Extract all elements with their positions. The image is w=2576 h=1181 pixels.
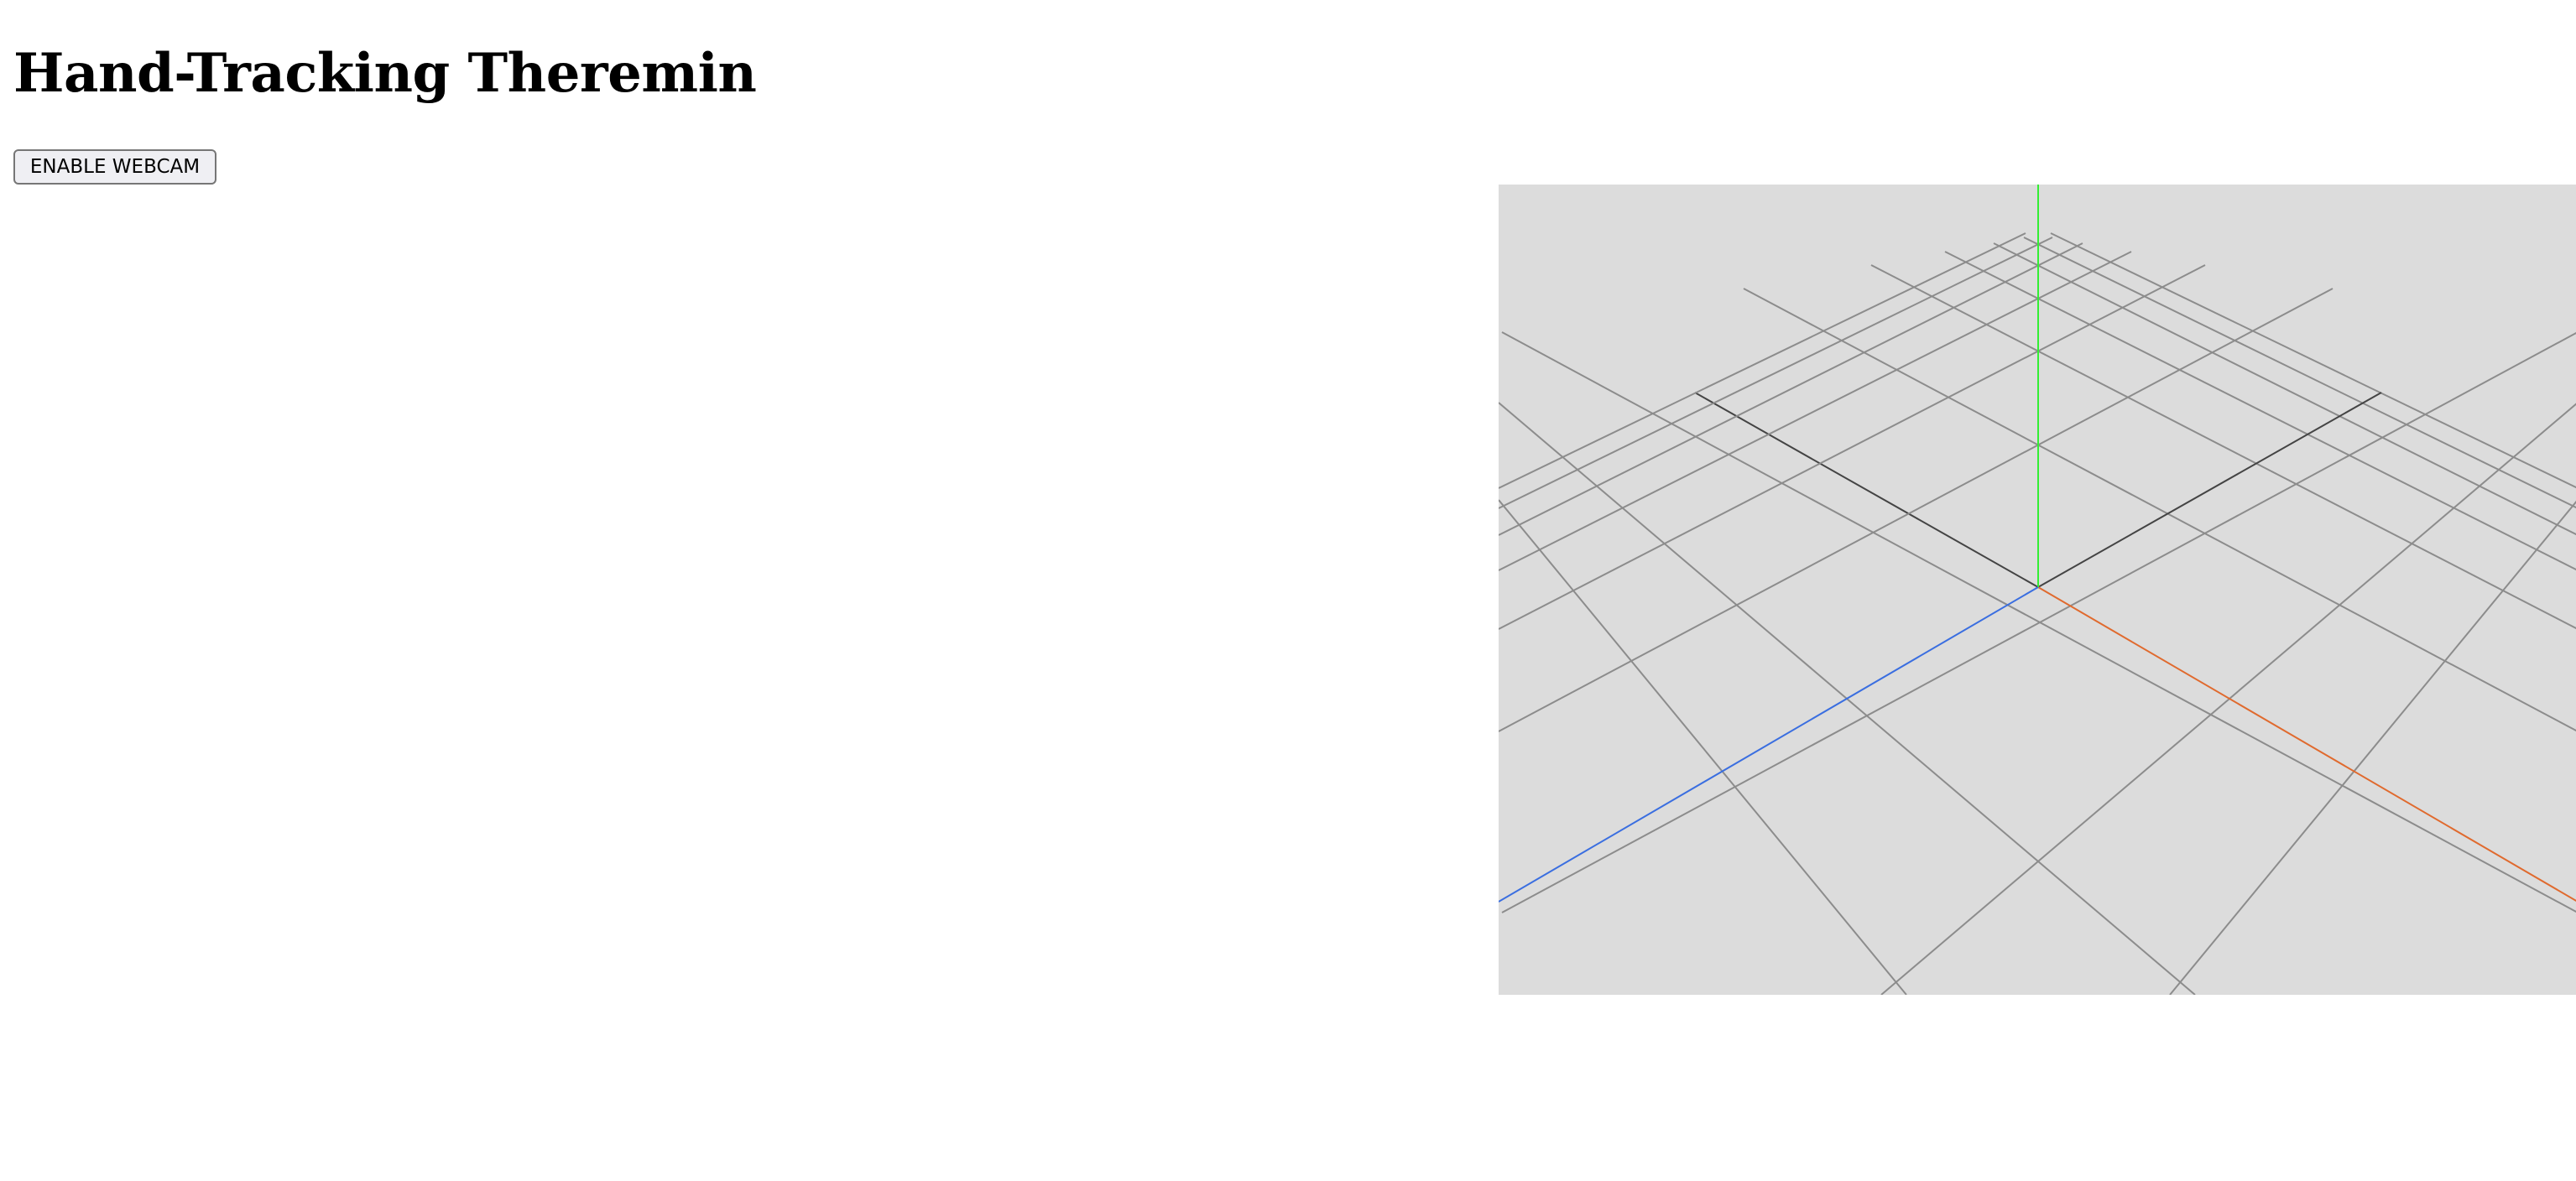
- enable-webcam-button[interactable]: ENABLE WEBCAM: [13, 149, 216, 185]
- 3d-scene-canvas[interactable]: [1499, 185, 2576, 995]
- 3d-scene-viewport[interactable]: [1499, 185, 2576, 995]
- page-title: Hand-Tracking Theremin: [13, 42, 757, 105]
